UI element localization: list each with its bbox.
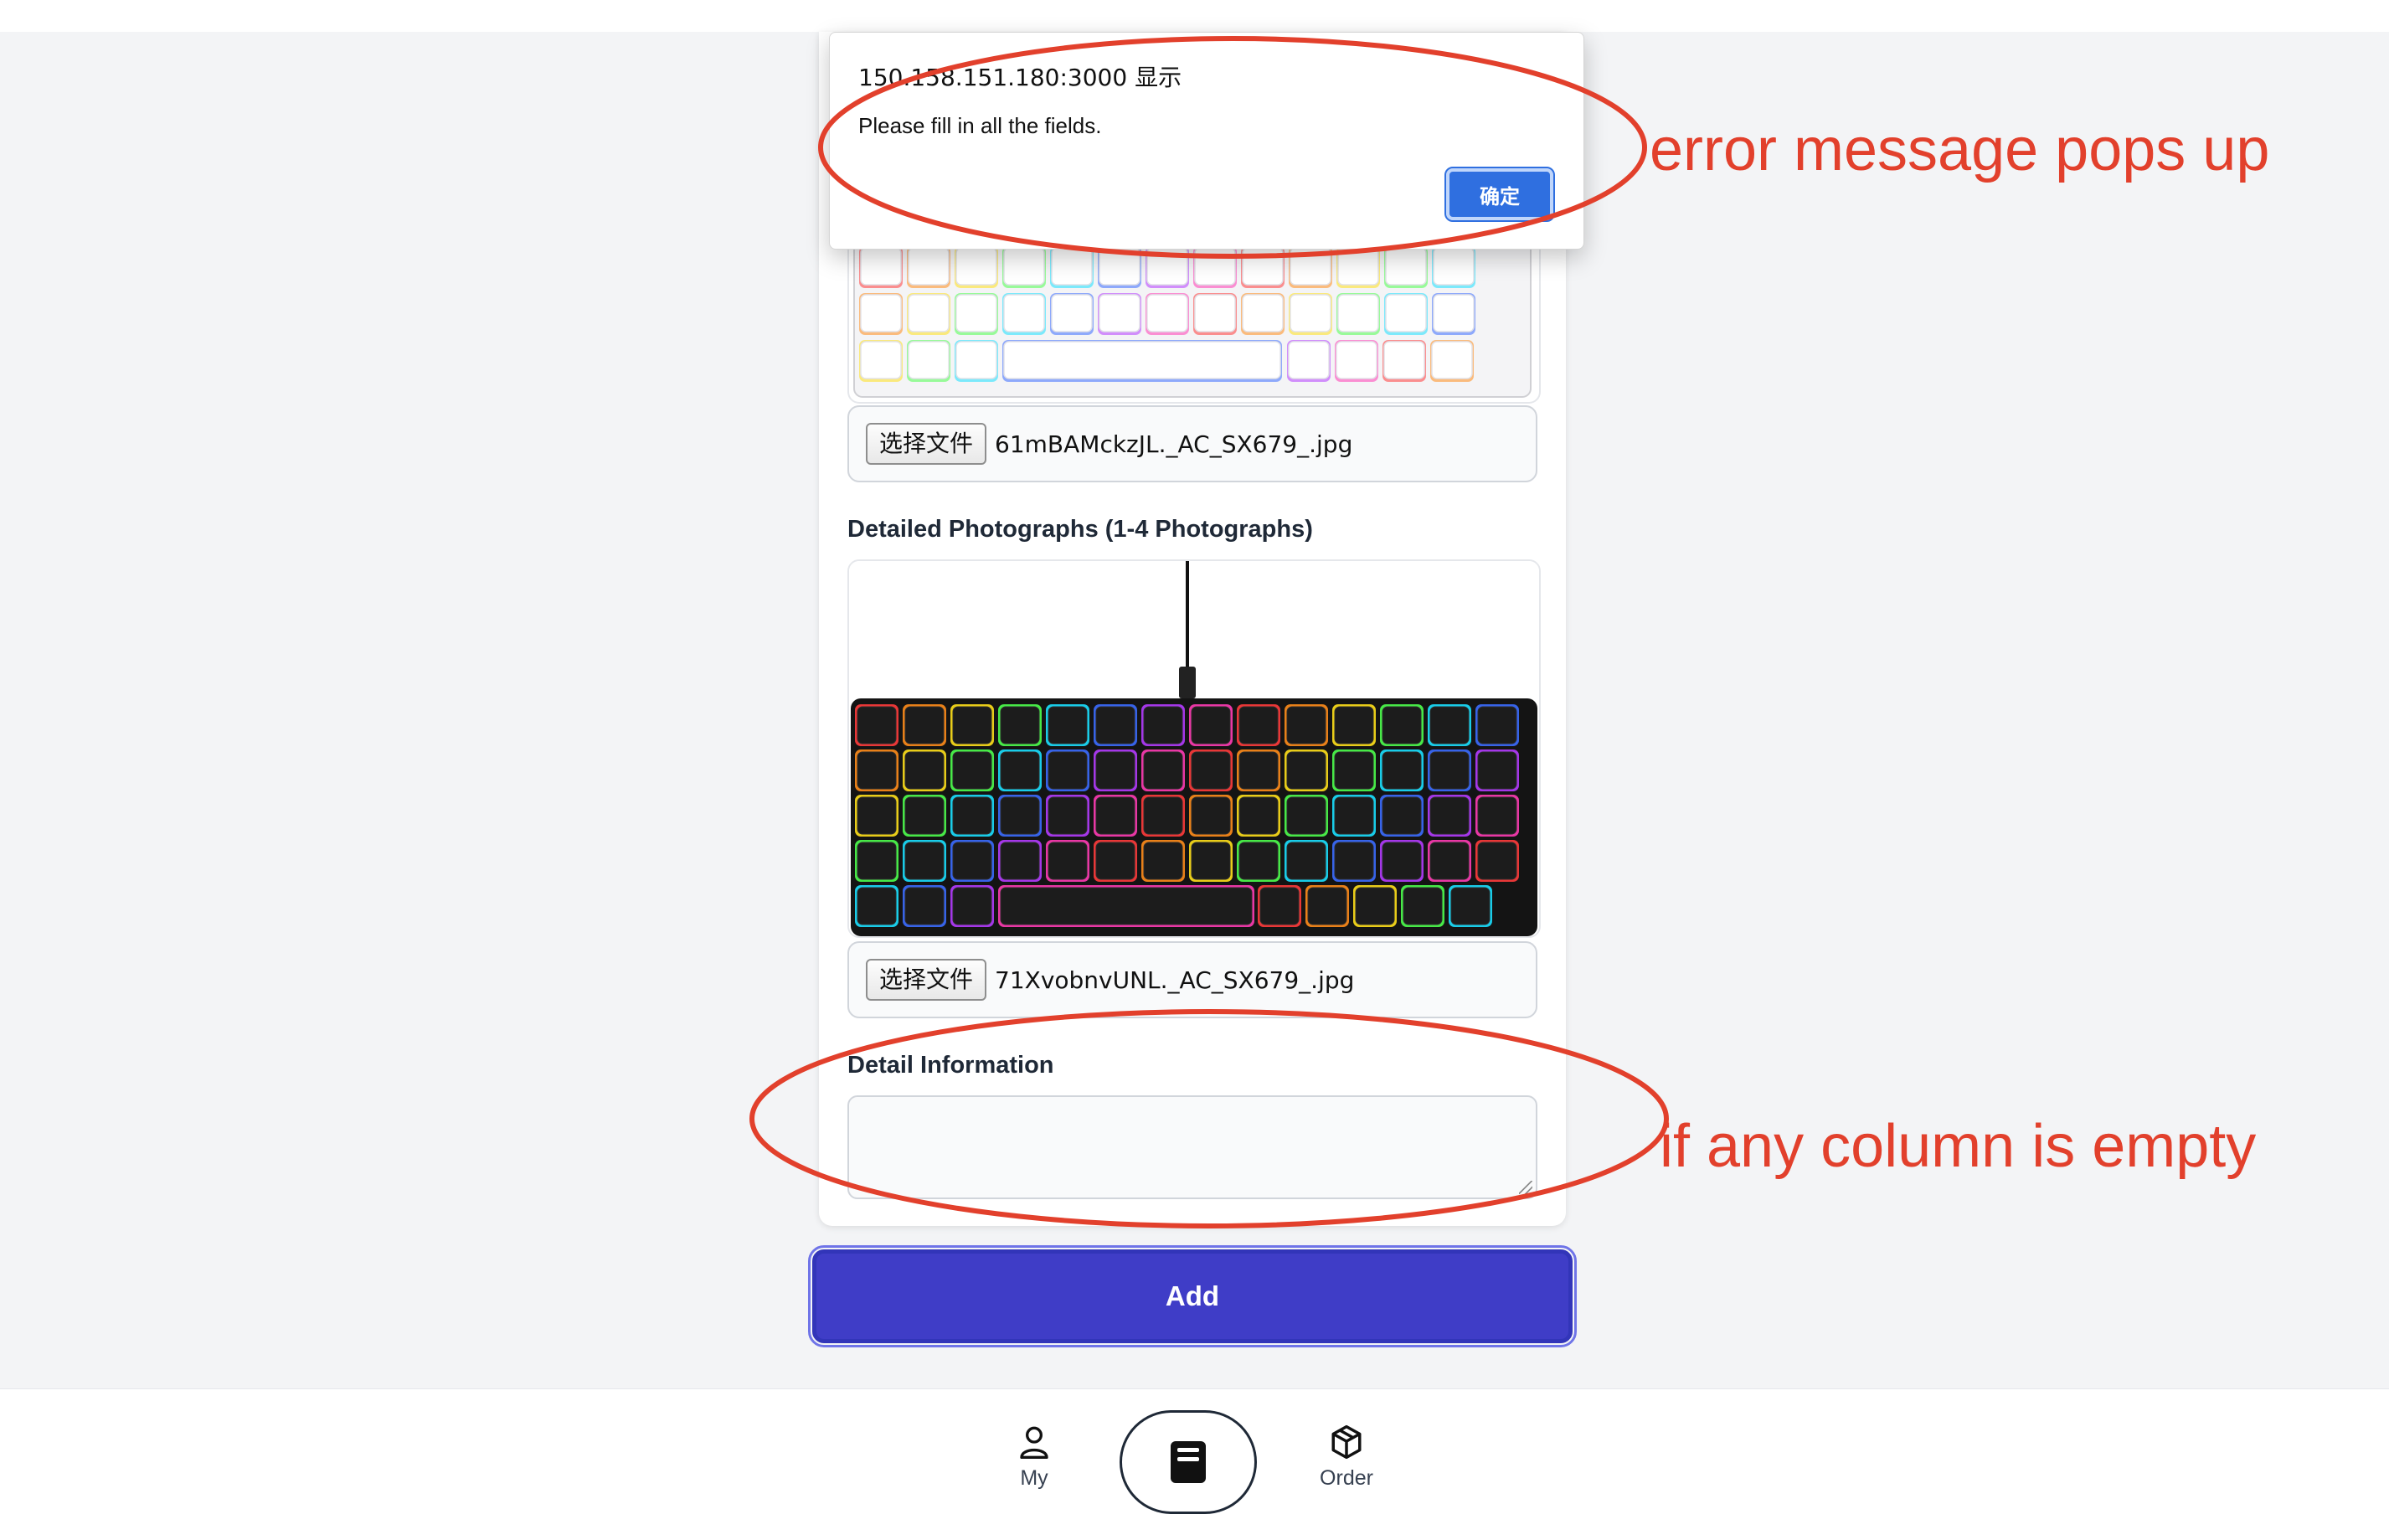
white-keyboard-image bbox=[853, 239, 1532, 398]
detail-photo-preview bbox=[847, 559, 1541, 938]
nav-item-center[interactable] bbox=[1120, 1410, 1257, 1514]
detail-information-textarea[interactable] bbox=[847, 1095, 1537, 1199]
choose-file-button[interactable]: 选择文件 bbox=[866, 423, 987, 465]
nav-label: My bbox=[1020, 1466, 1048, 1490]
annotation-top: error message pops up bbox=[1650, 116, 2270, 183]
dialog-title: 150.158.151.180:3000 显示 bbox=[858, 64, 1182, 91]
add-button[interactable]: Add bbox=[808, 1245, 1577, 1347]
alert-dialog: 150.158.151.180:3000 显示 Please fill in a… bbox=[829, 32, 1584, 250]
nav-item-my[interactable]: My bbox=[1005, 1424, 1063, 1491]
file-name: 71XvobnvUNL._AC_SX679_.jpg bbox=[995, 966, 1355, 994]
dialog-ok-button[interactable]: 确定 bbox=[1444, 167, 1555, 222]
resize-handle[interactable] bbox=[1519, 1181, 1532, 1194]
detail-information-label: Detail Information bbox=[847, 1052, 1054, 1079]
annotation-bottom: if any column is empty bbox=[1660, 1113, 2257, 1180]
package-icon bbox=[1331, 1424, 1362, 1460]
dialog-message: Please fill in all the fields. bbox=[858, 113, 1102, 138]
main-image-preview bbox=[847, 239, 1541, 404]
user-icon bbox=[1020, 1426, 1048, 1459]
document-icon bbox=[1171, 1441, 1206, 1483]
detail-photo-file-input[interactable]: 选择文件 71XvobnvUNL._AC_SX679_.jpg bbox=[847, 941, 1537, 1018]
black-keyboard-image bbox=[849, 561, 1539, 936]
choose-file-button[interactable]: 选择文件 bbox=[866, 959, 987, 1001]
nav-item-order[interactable]: Order bbox=[1313, 1424, 1380, 1491]
file-name: 61mBAMckzJL._AC_SX679_.jpg bbox=[995, 430, 1353, 458]
detail-photos-label: Detailed Photographs (1-4 Photographs) bbox=[847, 516, 1313, 543]
main-image-file-input[interactable]: 选择文件 61mBAMckzJL._AC_SX679_.jpg bbox=[847, 405, 1537, 482]
nav-label: Order bbox=[1320, 1466, 1373, 1490]
